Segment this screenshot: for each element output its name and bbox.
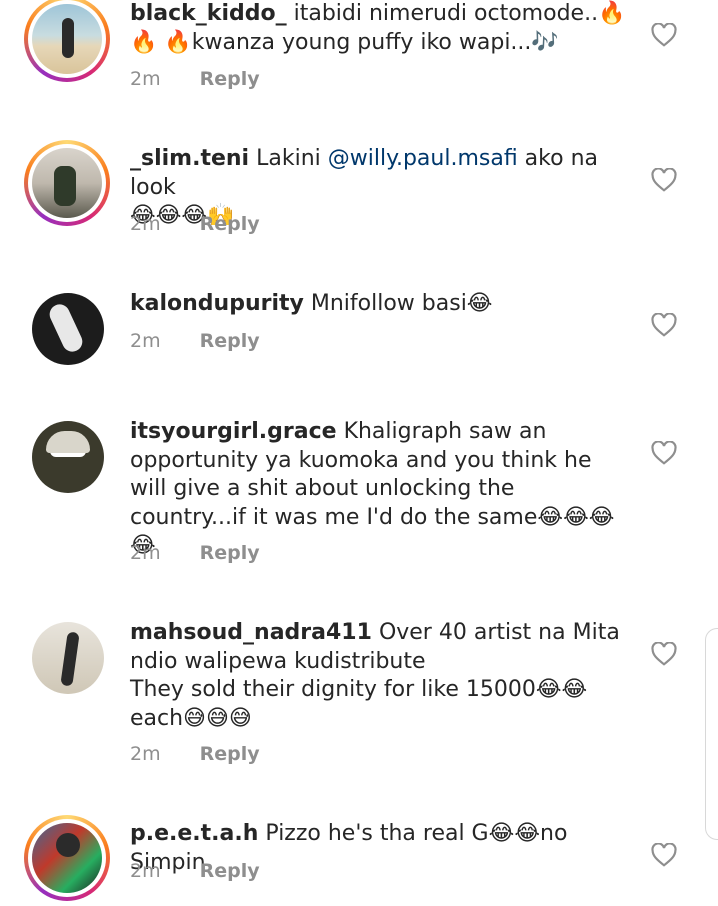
- heart-outline-icon[interactable]: [651, 843, 677, 867]
- avatar[interactable]: [24, 815, 110, 901]
- avatar[interactable]: [32, 622, 104, 694]
- reply-button[interactable]: Reply: [200, 743, 260, 765]
- comment-time: 2m: [130, 213, 161, 235]
- mention-link[interactable]: @willy.paul.msafi: [328, 146, 518, 171]
- heart-outline-icon[interactable]: [651, 441, 677, 465]
- comment-time: 2m: [130, 860, 161, 882]
- avatar[interactable]: [24, 0, 110, 82]
- comment-meta: 2m Reply: [130, 330, 260, 352]
- side-panel-edge[interactable]: [705, 628, 718, 840]
- comment-username[interactable]: p.e.e.t.a.h: [130, 821, 258, 846]
- comment-username[interactable]: kalondupurity: [130, 291, 304, 316]
- comment-body: Mnifollow basi😂: [310, 291, 493, 316]
- comment-meta: 2m Reply: [130, 213, 260, 235]
- comment-text: mahsoud_nadra411 Over 40 artist na Mita …: [130, 619, 630, 733]
- heart-outline-icon[interactable]: [651, 642, 677, 666]
- comment-text: kalondupurity Mnifollow basi😂: [130, 290, 630, 319]
- reply-button[interactable]: Reply: [200, 213, 260, 235]
- heart-outline-icon[interactable]: [651, 23, 677, 47]
- comment-body-before: Lakini: [256, 146, 328, 171]
- comment-time: 2m: [130, 68, 161, 90]
- heart-outline-icon[interactable]: [651, 168, 677, 192]
- comment-time: 2m: [130, 743, 161, 765]
- comment-meta: 2m Reply: [130, 68, 260, 90]
- avatar[interactable]: [32, 421, 104, 493]
- comment-meta: 2m Reply: [130, 860, 260, 882]
- reply-button[interactable]: Reply: [200, 68, 260, 90]
- avatar[interactable]: [24, 140, 110, 226]
- comment-text: itsyourgirl.grace Khaligraph saw an oppo…: [130, 418, 630, 561]
- reply-button[interactable]: Reply: [200, 860, 260, 882]
- comment-username[interactable]: mahsoud_nadra411: [130, 620, 372, 645]
- comment-time: 2m: [130, 542, 161, 564]
- comment-text: black_kiddo_ itabidi nimerudi octomode..…: [130, 0, 630, 57]
- reply-button[interactable]: Reply: [200, 542, 260, 564]
- comment-username[interactable]: itsyourgirl.grace: [130, 419, 337, 444]
- heart-outline-icon[interactable]: [651, 313, 677, 337]
- comment-time: 2m: [130, 330, 161, 352]
- comment-username[interactable]: black_kiddo_: [130, 1, 287, 26]
- comment-meta: 2m Reply: [130, 542, 260, 564]
- avatar[interactable]: [32, 293, 104, 365]
- reply-button[interactable]: Reply: [200, 330, 260, 352]
- comment-username[interactable]: _slim.teni: [130, 146, 249, 171]
- comment-meta: 2m Reply: [130, 743, 260, 765]
